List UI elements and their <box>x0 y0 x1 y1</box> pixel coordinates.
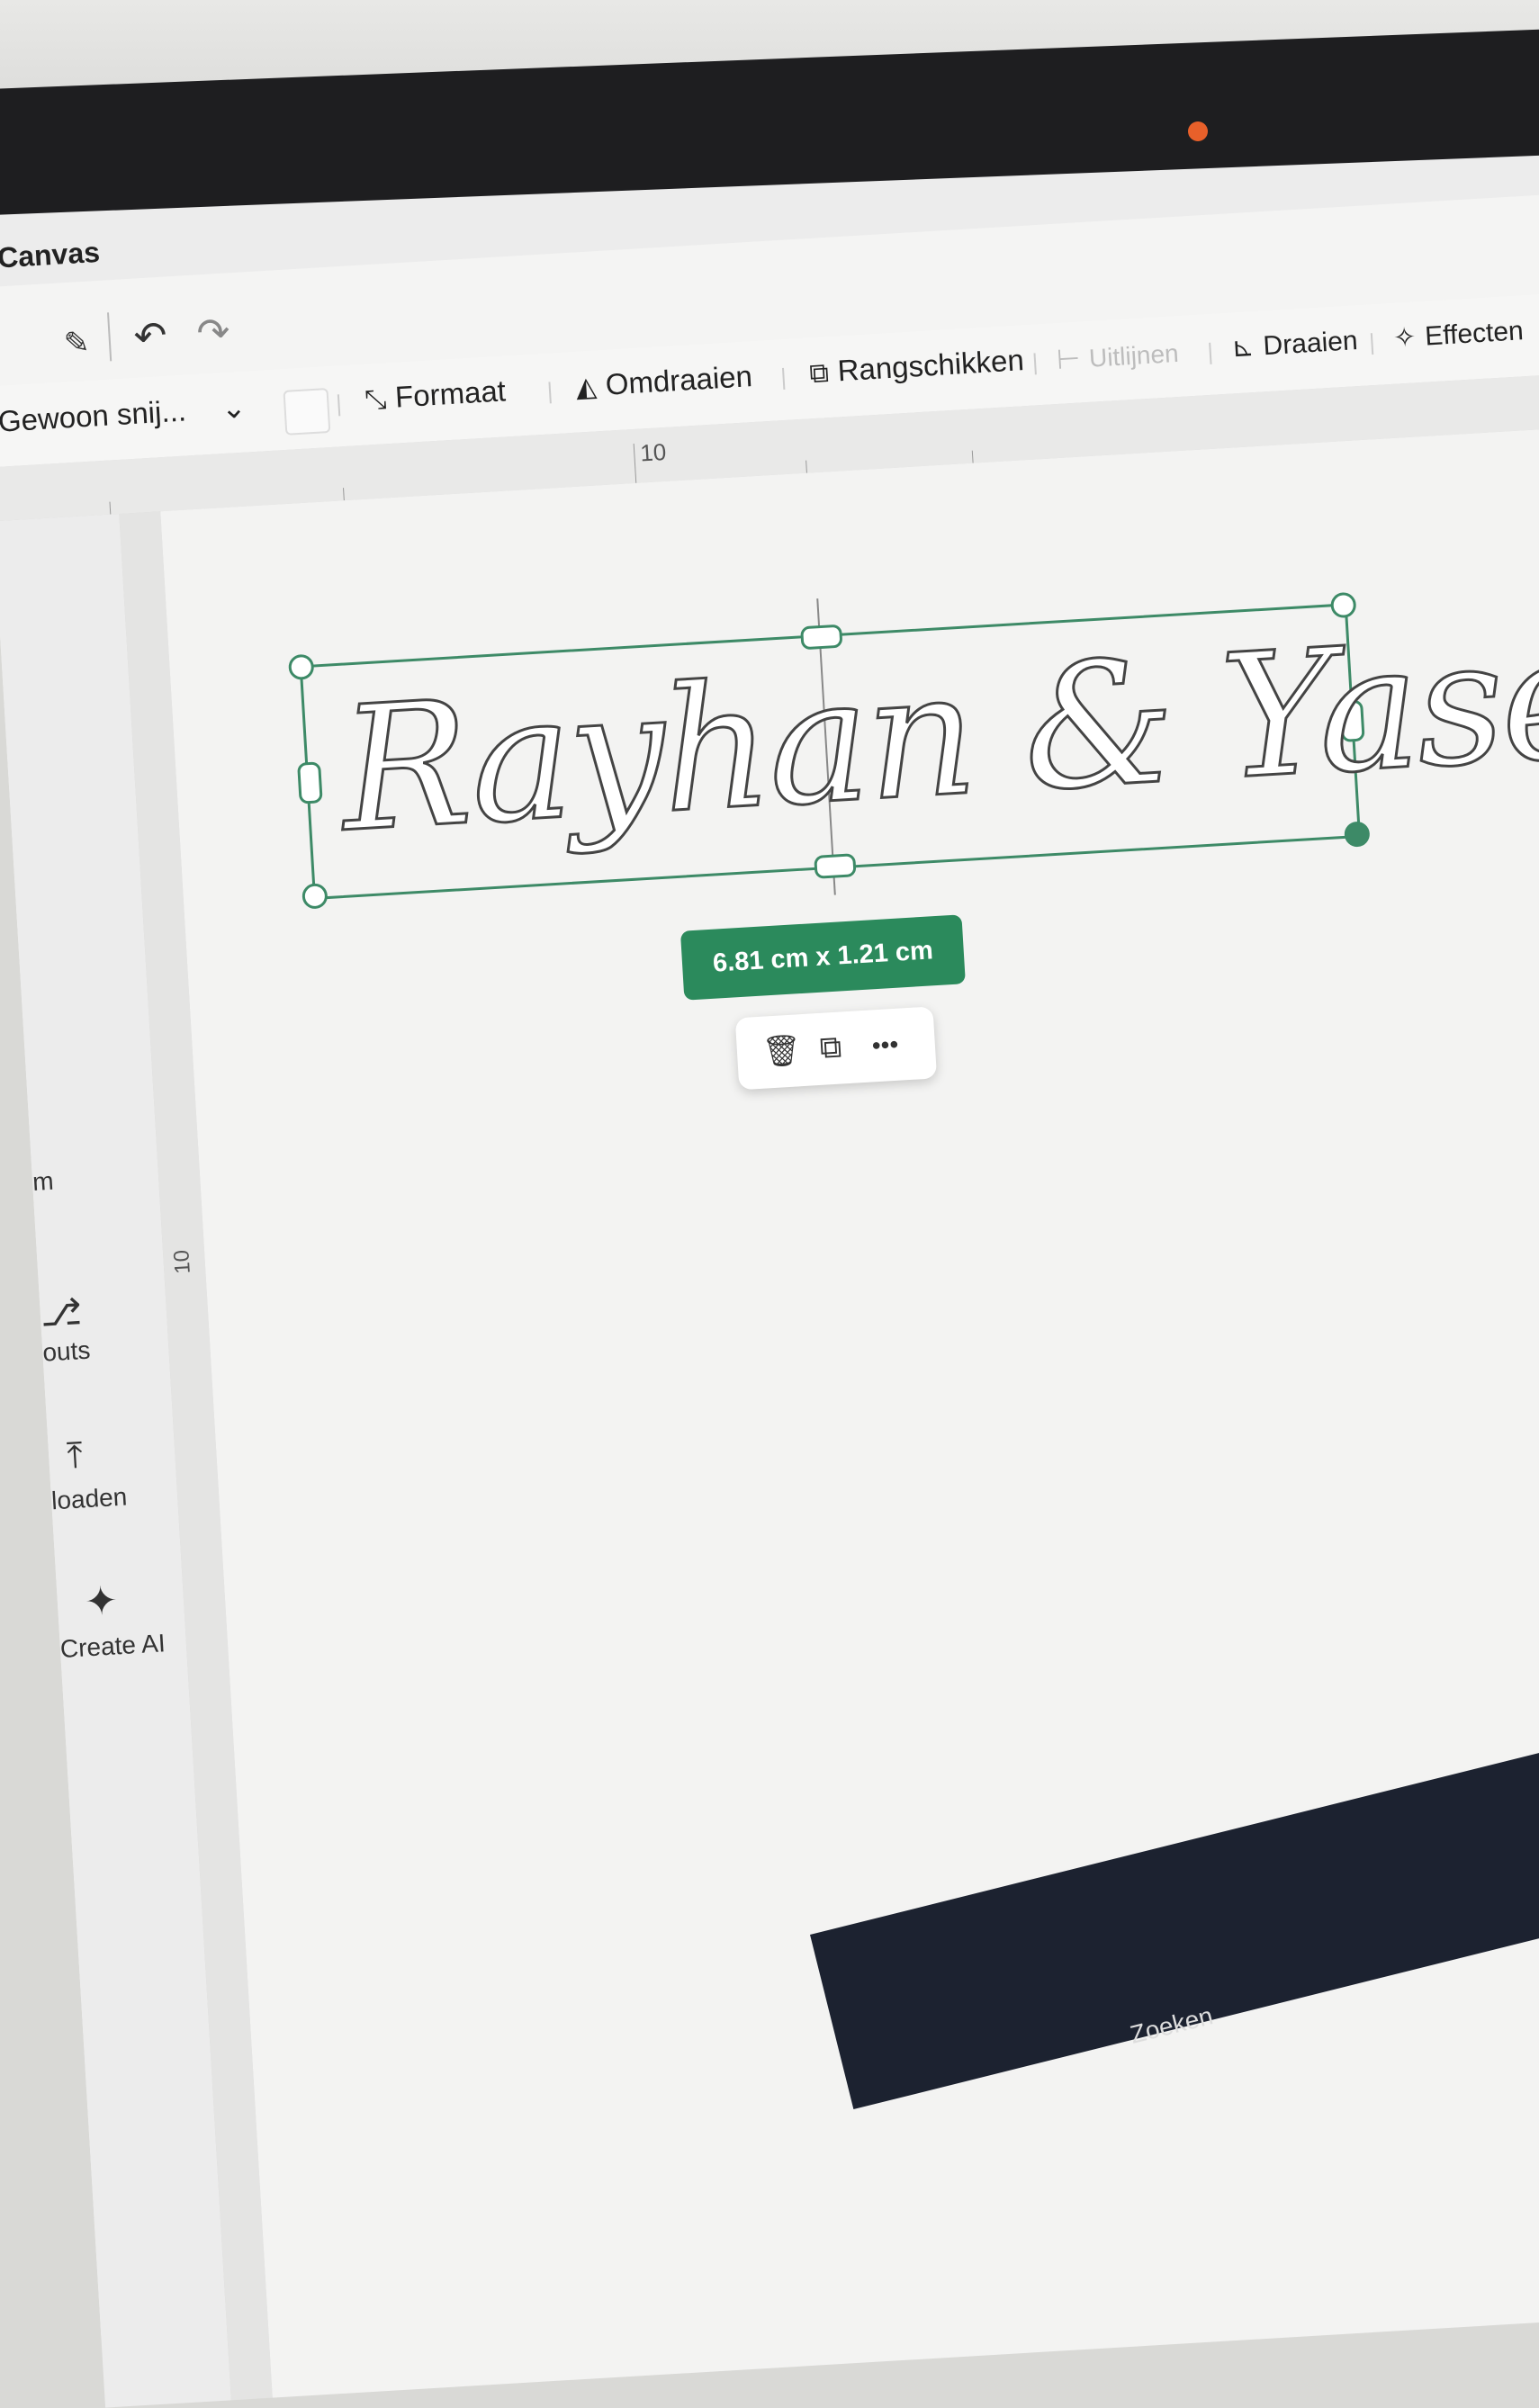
trash-icon[interactable]: 🗑 <box>761 1032 802 1070</box>
ruler-tick <box>343 488 345 501</box>
object-actions-menu: 🗑 ⧉ ••• <box>734 1006 938 1091</box>
formaat-button[interactable]: ⤡ Formaat <box>364 373 507 416</box>
duplicate-icon[interactable]: ⧉ <box>819 1029 843 1065</box>
resize-handle-left[interactable] <box>297 761 323 804</box>
operation-select[interactable]: Gewoon snij... ⌄ <box>0 389 248 438</box>
effecten-button[interactable]: ✧ Effecten <box>1392 315 1524 355</box>
sparkle-icon[interactable]: ✦ <box>83 1577 120 1625</box>
sidebar-item-uploaden[interactable]: loaden <box>50 1482 128 1515</box>
more-actions-button[interactable]: ••• <box>871 1030 899 1061</box>
sidebar-item-layouts[interactable]: outs <box>42 1336 92 1368</box>
undo-icon[interactable]: ↶ <box>132 313 168 361</box>
webcam-light <box>1188 121 1208 141</box>
chevron-down-icon: ⌄ <box>220 390 248 426</box>
operation-label: Gewoon snij... <box>0 393 187 438</box>
ruler-tick <box>633 443 637 483</box>
resize-icon: ⤡ <box>364 384 388 416</box>
divider <box>107 312 112 362</box>
divider <box>781 367 786 391</box>
effecten-label: Effecten <box>1424 316 1525 352</box>
arrange-icon: ⧉ <box>808 358 830 390</box>
app-window: Canvas ••• He ✎ ↶ ↷ Gewoon snij... ⌄ ⤡Fo… <box>0 78 1539 2408</box>
omdraaien-label: Omdraaien <box>604 359 753 401</box>
rangschikken-button[interactable]: ⧉ Rangschikken <box>808 343 1025 390</box>
divider <box>337 394 341 417</box>
color-swatch[interactable] <box>283 388 331 436</box>
divider <box>1370 333 1374 355</box>
draaien-button[interactable]: ⊾ Draaien <box>1231 325 1359 364</box>
divider <box>548 382 552 404</box>
pencil-icon[interactable]: ✎ <box>63 325 91 363</box>
templates-icon[interactable]: ⎇ <box>40 1291 84 1335</box>
redo-icon[interactable]: ↷ <box>195 309 231 356</box>
rangschikken-label: Rangschikken <box>836 343 1025 388</box>
formaat-label: Formaat <box>394 373 507 414</box>
vertical-ruler-label: 10 <box>169 1249 195 1275</box>
divider <box>1209 342 1212 364</box>
ruler-tick <box>971 450 974 463</box>
flip-icon: ◭ <box>574 372 598 403</box>
ruler-label: 10 <box>639 437 668 467</box>
sidebar-item-label: m <box>32 1166 55 1197</box>
align-icon: ⊢ <box>1056 344 1082 375</box>
ruler-tick <box>109 501 112 515</box>
draaien-label: Draaien <box>1262 326 1359 362</box>
upload-icon[interactable]: ⤒ <box>66 1435 84 1477</box>
sidebar-item-create-ai[interactable]: Create AI <box>59 1629 166 1664</box>
omdraaien-button[interactable]: ◭ Omdraaien <box>575 359 753 404</box>
resize-handle-bottom[interactable] <box>814 853 857 879</box>
ruler-tick <box>806 460 807 473</box>
magic-wand-icon: ✧ <box>1392 322 1418 354</box>
divider <box>1033 353 1037 375</box>
uitlijnen-button[interactable]: ⊢ Uitlijnen <box>1056 337 1180 376</box>
uitlijnen-label: Uitlijnen <box>1088 338 1180 373</box>
app-title: Canvas <box>0 235 101 274</box>
rotate-icon: ⊾ <box>1230 331 1256 364</box>
